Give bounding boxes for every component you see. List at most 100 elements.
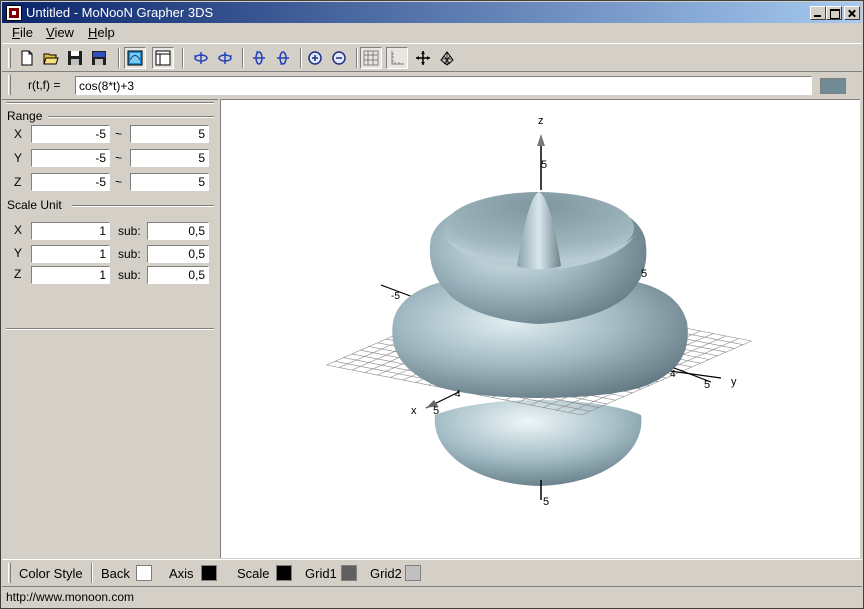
- scale-z-label: Z: [14, 267, 22, 281]
- scale-y-unit-input[interactable]: [31, 245, 110, 263]
- grid2-color-label: Grid2: [370, 566, 402, 581]
- axis-icon: [391, 51, 404, 65]
- tilt-up-button[interactable]: [248, 47, 270, 69]
- app-icon[interactable]: [6, 5, 22, 21]
- scale-y-label: Y: [14, 246, 23, 260]
- scale-y-sub-label: sub:: [118, 247, 141, 261]
- rotate-left-button[interactable]: [190, 47, 212, 69]
- scale-x-sub-label: sub:: [118, 224, 141, 238]
- formula-bar: r(t,f) =: [2, 73, 862, 97]
- save-button[interactable]: [64, 47, 86, 69]
- save-icon: [68, 51, 82, 65]
- new-file-icon: [21, 50, 33, 66]
- toolbar-separator: [182, 48, 184, 68]
- toolbar: [2, 43, 862, 72]
- menu-view[interactable]: View: [46, 25, 74, 40]
- range-z-max-input[interactable]: [130, 173, 209, 191]
- back-color-swatch[interactable]: [136, 565, 152, 581]
- scale-color-swatch[interactable]: [276, 565, 292, 581]
- rotate-left-icon: [194, 52, 208, 64]
- color-style-bar: Color Style Back Axis Scale Grid1 Grid2: [2, 559, 862, 585]
- grid-button[interactable]: [360, 47, 382, 69]
- range-z-label: Z: [14, 175, 22, 189]
- y-tick-neg: 5: [641, 268, 647, 280]
- formula-input[interactable]: [75, 76, 812, 95]
- rotate-right-button[interactable]: [214, 47, 236, 69]
- app-window: Untitled - MoNooN Grapher 3DS File View …: [0, 0, 864, 609]
- scale-unit-title: Scale Unit: [7, 198, 62, 212]
- maximize-button[interactable]: [826, 6, 842, 20]
- graph-svg[interactable]: z 5 5 y 5 5 4 x 5 4 -5: [221, 100, 859, 557]
- x-tick-neg: -5: [391, 291, 400, 302]
- range-z-tilde: ~: [115, 175, 123, 189]
- toolbar-grip[interactable]: [8, 48, 11, 68]
- axis-color-swatch[interactable]: [201, 565, 217, 581]
- zoom-out-icon: [332, 51, 346, 65]
- formula-label: r(t,f) =: [28, 78, 61, 92]
- menu-help[interactable]: Help: [88, 25, 115, 40]
- scale-z-sub-input[interactable]: [147, 266, 209, 284]
- toolbar-separator: [356, 48, 358, 68]
- range-x-max-input[interactable]: [130, 125, 209, 143]
- scale-y-sub-input[interactable]: [147, 245, 209, 263]
- color-style-label: Color Style: [19, 566, 83, 581]
- scale-x-unit-input[interactable]: [31, 222, 110, 240]
- tilt-down-button[interactable]: [272, 47, 294, 69]
- grid2-color-swatch[interactable]: [405, 565, 421, 581]
- tilt-down-icon: [277, 51, 289, 65]
- y-tick-pos: 5: [704, 379, 710, 391]
- grid1-color-swatch[interactable]: [341, 565, 357, 581]
- z-axis-label: z: [538, 115, 544, 127]
- menu-file[interactable]: File: [12, 25, 33, 40]
- range-x-min-input[interactable]: [31, 125, 110, 143]
- range-x-tilde: ~: [115, 127, 123, 141]
- menu-bar: File View Help: [2, 23, 862, 42]
- close-button[interactable]: [844, 6, 860, 20]
- graph-canvas[interactable]: z 5 5 y 5 5 4 x 5 4 -5: [220, 99, 860, 558]
- y-axis-label: y: [731, 376, 737, 388]
- tilt-up-icon: [253, 51, 265, 65]
- surface-top-bowl: [429, 192, 647, 324]
- toolbar-separator: [242, 48, 244, 68]
- range-y-label: Y: [14, 151, 23, 165]
- zoom-in-button[interactable]: [304, 47, 326, 69]
- range-title: Range: [7, 109, 43, 123]
- zoom-out-button[interactable]: [328, 47, 350, 69]
- save-bmp-icon: [92, 51, 106, 65]
- axis-button[interactable]: [386, 47, 408, 69]
- z-tick-bottom: 5: [543, 496, 549, 508]
- toolbar-separator: [118, 48, 120, 68]
- x-tick-pos: 5: [433, 405, 439, 417]
- back-color-label: Back: [101, 566, 130, 581]
- open-folder-icon: [43, 53, 59, 65]
- zoom-in-icon: [308, 51, 322, 65]
- range-y-max-input[interactable]: [130, 149, 209, 167]
- color-bar-grip[interactable]: [8, 563, 11, 583]
- save-bmp-button[interactable]: [88, 47, 110, 69]
- open-button[interactable]: [40, 47, 62, 69]
- range-x-label: X: [14, 127, 23, 141]
- move-button[interactable]: [412, 47, 434, 69]
- grid1-color-label: Grid1: [305, 566, 337, 581]
- range-z-min-input[interactable]: [31, 173, 110, 191]
- panel-toggle-icon: [155, 50, 171, 66]
- move-icon: [416, 51, 430, 65]
- surface-color-swatch[interactable]: [820, 78, 846, 94]
- scale-x-sub-input[interactable]: [147, 222, 209, 240]
- panel-toggle-button[interactable]: [152, 47, 174, 69]
- title-bar[interactable]: Untitled - MoNooN Grapher 3DS: [2, 2, 862, 23]
- formula-grip[interactable]: [8, 75, 11, 95]
- range-y-min-input[interactable]: [31, 149, 110, 167]
- scale-x-label: X: [14, 223, 23, 237]
- minimize-button[interactable]: [810, 6, 826, 20]
- mesh-button[interactable]: [436, 47, 458, 69]
- scale-color-label: Scale: [237, 566, 270, 581]
- view-graph-button[interactable]: [124, 47, 146, 69]
- range-y-tilde: ~: [115, 151, 123, 165]
- scale-z-unit-input[interactable]: [31, 266, 110, 284]
- surface-bottom-lobe: [434, 400, 642, 486]
- rotate-right-icon: [218, 52, 232, 64]
- settings-panel: Range X ~ Y ~ Z ~ Scale Unit X sub: Y su…: [2, 99, 218, 557]
- mesh-icon: [440, 51, 454, 66]
- new-file-button[interactable]: [16, 47, 38, 69]
